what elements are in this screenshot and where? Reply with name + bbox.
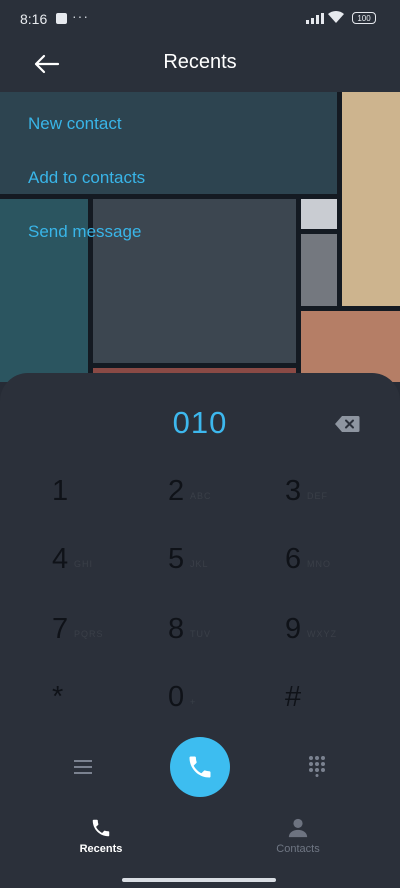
key-digit: * — [52, 681, 64, 713]
key-digit: 5 — [168, 543, 185, 575]
dial-key-hash[interactable]: # — [285, 677, 395, 733]
dial-key-3[interactable]: 3 DEF — [285, 471, 395, 527]
nav-label-recents: Recents — [79, 843, 123, 855]
key-digit: 3 — [285, 475, 302, 507]
key-letters: JKL — [190, 559, 209, 569]
dial-key-2[interactable]: 2 ABC — [168, 471, 278, 527]
dial-key-4[interactable]: 4 GHI — [52, 539, 162, 595]
phone-icon — [92, 819, 110, 837]
key-digit: 1 — [52, 475, 69, 507]
call-button[interactable] — [170, 737, 230, 797]
key-digit: 9 — [285, 613, 302, 645]
page-title: Recents — [163, 51, 237, 73]
key-digit: 7 — [52, 613, 69, 645]
key-letters: MNO — [307, 559, 331, 569]
key-digit: 2 — [168, 475, 185, 507]
dial-key-8[interactable]: 8 TUV — [168, 609, 278, 665]
wallpaper-block — [301, 311, 400, 382]
bottom-nav: Recents Contacts — [0, 813, 400, 873]
app-header: Recents — [0, 38, 400, 92]
menu-item-add-to-contacts[interactable]: Add to contacts — [28, 168, 145, 188]
dial-key-star[interactable]: * — [52, 677, 162, 733]
key-digit: 0 — [168, 681, 185, 713]
home-indicator[interactable] — [122, 878, 276, 882]
dial-key-1[interactable]: 1 — [52, 471, 162, 527]
wallpaper-block — [342, 92, 400, 306]
key-letters: PQRS — [74, 629, 104, 639]
dial-key-6[interactable]: 6 MNO — [285, 539, 395, 595]
key-digit: 8 — [168, 613, 185, 645]
key-letters: GHI — [74, 559, 94, 569]
key-letters: DEF — [307, 491, 328, 501]
battery-icon: 100 — [352, 12, 376, 24]
dial-key-0[interactable]: 0 + — [168, 677, 278, 733]
key-digit: 4 — [52, 543, 69, 575]
wallpaper-block — [301, 199, 337, 229]
person-icon — [288, 818, 308, 838]
wallpaper-block — [301, 234, 337, 306]
key-digit: # — [285, 681, 302, 713]
nav-label-contacts: Contacts — [276, 843, 320, 855]
menu-item-send-message[interactable]: Send message — [28, 222, 141, 242]
dialpad-icon[interactable] — [308, 755, 326, 777]
key-letters: ABC — [190, 491, 212, 501]
key-digit: 6 — [285, 543, 302, 575]
key-letters: + — [190, 697, 197, 707]
menu-item-new-contact[interactable]: New contact — [28, 114, 122, 134]
menu-lines-icon[interactable] — [74, 759, 92, 775]
more-notifications-icon: ··· — [72, 8, 89, 24]
key-letters: WXYZ — [307, 629, 337, 639]
status-time: 8:16 — [20, 11, 48, 27]
notification-icon — [56, 13, 67, 24]
backspace-icon[interactable] — [334, 415, 360, 433]
wallpaper: New contact Add to contacts Send message — [0, 92, 400, 382]
phone-icon — [189, 756, 211, 778]
dial-key-9[interactable]: 9 WXYZ — [285, 609, 395, 665]
key-letters: TUV — [190, 629, 211, 639]
dialer-sheet: 010 1 2 ABC 3 DEF 4 GHI 5 JKL 6 MNO 7 PQ… — [0, 373, 400, 888]
wifi-icon — [328, 10, 344, 23]
status-bar: 8:16 ··· 100 — [0, 0, 400, 38]
dial-key-5[interactable]: 5 JKL — [168, 539, 278, 595]
signal-icon — [306, 13, 324, 24]
dial-key-7[interactable]: 7 PQRS — [52, 609, 162, 665]
